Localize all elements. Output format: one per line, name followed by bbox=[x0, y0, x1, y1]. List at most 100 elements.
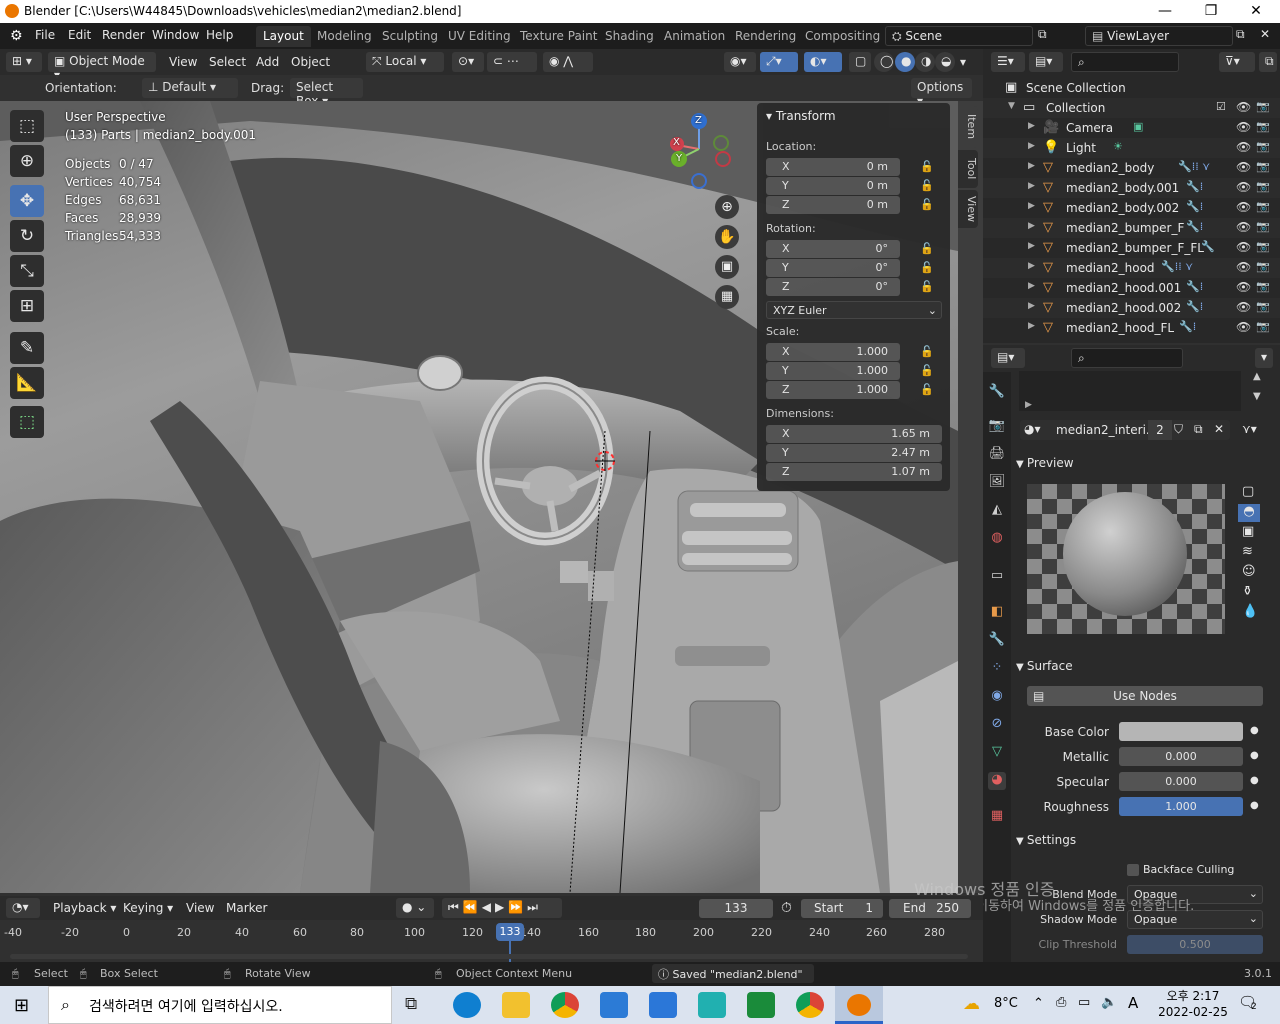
viewlayer-selector[interactable]: ▤ ViewLayer bbox=[1085, 26, 1233, 46]
camera-render-icon[interactable]: 📷 bbox=[1256, 140, 1270, 153]
lock-icon[interactable]: 🔓 bbox=[920, 179, 934, 192]
lock-icon[interactable]: 🔓 bbox=[920, 261, 934, 274]
menu-select[interactable]: Select bbox=[209, 55, 246, 69]
eye-icon[interactable]: 👁 bbox=[1236, 300, 1251, 314]
location-y-field[interactable]: Y 0 m bbox=[766, 177, 900, 195]
overlay-toggle[interactable]: ◐▾ bbox=[804, 52, 842, 72]
object-tab-icon[interactable]: ◧ bbox=[988, 604, 1006, 622]
close-button[interactable]: ✕ bbox=[1233, 0, 1279, 23]
hand-pan-icon[interactable]: ✋ bbox=[715, 225, 739, 249]
cursor-tool[interactable]: ⊕ bbox=[10, 145, 44, 177]
outliner-item-median2-body[interactable]: ▶ ▽ median2_body 🔧⁞⁞ ⋎ 👁 📷 bbox=[983, 158, 1280, 178]
chrome-icon[interactable] bbox=[551, 992, 579, 1018]
camera-render-icon[interactable]: 📷 bbox=[1256, 100, 1270, 113]
camera-render-icon[interactable]: 📷 bbox=[1256, 300, 1270, 313]
windows-start-icon[interactable]: ⊞ bbox=[14, 995, 29, 1016]
record-button[interactable]: ● ⌄ bbox=[396, 898, 434, 918]
blender-taskbar-button[interactable] bbox=[835, 986, 883, 1024]
camera-render-icon[interactable]: 📷 bbox=[1256, 220, 1270, 233]
render-tab-icon[interactable]: 📷 bbox=[988, 418, 1006, 436]
menu-add[interactable]: Add bbox=[256, 55, 279, 69]
chevron-up-icon[interactable]: ⌃ bbox=[1033, 996, 1044, 1011]
chevron-right-icon[interactable]: ▶ bbox=[1028, 121, 1035, 131]
timeline-ruler[interactable]: -40 -20 0 20 40 60 80 100 120 140 160 18… bbox=[0, 920, 983, 962]
eye-icon[interactable]: 👁 bbox=[1236, 140, 1251, 154]
eye-icon[interactable]: 👁 bbox=[1236, 200, 1251, 214]
chevron-right-icon[interactable]: ▶ bbox=[1028, 261, 1035, 271]
rotation-y-field[interactable]: Y 0° bbox=[766, 259, 900, 277]
transform-header[interactable]: ▾ Transform bbox=[766, 109, 836, 123]
outliner-scene-collection[interactable]: ▣ Scene Collection bbox=[983, 78, 1280, 98]
add-cube-tool[interactable]: ⬚ bbox=[10, 406, 44, 438]
dimensions-y-field[interactable]: Y 2.47 m bbox=[766, 444, 942, 462]
orientation-dropdown[interactable]: ⊥ Default ▾ bbox=[142, 78, 238, 98]
file-explorer-icon[interactable] bbox=[502, 992, 530, 1018]
keyframe-dot-icon[interactable]: ● bbox=[1250, 750, 1259, 761]
new-collection-button[interactable]: ⧉ bbox=[1259, 52, 1277, 72]
end-frame-field[interactable]: End 250 bbox=[889, 899, 971, 918]
metallic-field[interactable]: 0.000 bbox=[1119, 747, 1243, 766]
eye-icon[interactable]: 👁 bbox=[1236, 180, 1251, 194]
stopwatch-icon[interactable]: ⏱ bbox=[781, 900, 792, 916]
timeline-menu-keying[interactable]: Keying ▾ bbox=[123, 901, 173, 915]
sidebar-tab-item[interactable]: Item bbox=[958, 106, 978, 148]
move-tool[interactable]: ✥ bbox=[10, 185, 44, 217]
chevron-right-icon[interactable]: ▶ bbox=[1028, 281, 1035, 291]
temperature[interactable]: 8°C bbox=[994, 996, 1018, 1011]
modifier-tab-icon[interactable]: 🔧 bbox=[988, 632, 1006, 650]
edge-browser-icon[interactable] bbox=[453, 992, 481, 1018]
playback-controls[interactable]: ⏮⏪◀▶⏩⏭ bbox=[442, 898, 562, 918]
timeline-menu-playback[interactable]: Playback ▾ bbox=[53, 901, 116, 915]
tab-shading[interactable]: Shading bbox=[598, 26, 661, 47]
measure-tool[interactable]: 📐 bbox=[10, 367, 44, 399]
eye-icon[interactable]: 👁 bbox=[1236, 120, 1251, 134]
eye-icon[interactable]: 👁 bbox=[1236, 260, 1251, 274]
lock-icon[interactable]: 🔓 bbox=[920, 198, 934, 211]
eye-icon[interactable]: 👁 bbox=[1236, 280, 1251, 294]
pivot-dropdown[interactable]: ⊙▾ bbox=[452, 52, 484, 72]
properties-editor-type[interactable]: ▤▾ bbox=[991, 348, 1025, 368]
app-icon[interactable] bbox=[698, 992, 726, 1018]
unlink-icon[interactable]: ✕ bbox=[1214, 422, 1224, 436]
lock-icon[interactable]: 🔓 bbox=[920, 364, 934, 377]
specular-field[interactable]: 0.000 bbox=[1119, 772, 1243, 791]
volume-icon[interactable]: 🔈 bbox=[1101, 995, 1117, 1010]
slot-up-icon[interactable]: ▲ bbox=[1253, 371, 1261, 382]
camera-render-icon[interactable]: 📷 bbox=[1256, 320, 1270, 333]
clip-threshold-field[interactable]: 0.500 bbox=[1127, 935, 1263, 954]
new-viewlayer-icon[interactable]: ⧉ bbox=[1236, 27, 1245, 42]
data-tab-icon[interactable]: ▽ bbox=[988, 744, 1006, 762]
transform-space-dropdown[interactable]: ⤧ Local ▾ bbox=[366, 52, 444, 72]
timeline-editor-type[interactable]: ◔▾ bbox=[6, 898, 40, 918]
base-color-swatch[interactable] bbox=[1119, 722, 1243, 741]
chevron-right-icon[interactable]: ▶ bbox=[1028, 301, 1035, 311]
properties-options-icon[interactable]: ▾ bbox=[1255, 348, 1273, 368]
shading-material[interactable]: ◑ bbox=[915, 52, 935, 72]
scene-tab-icon[interactable]: ◭ bbox=[988, 502, 1006, 520]
roughness-field[interactable]: 1.000 bbox=[1119, 797, 1243, 816]
options-dropdown[interactable]: Options ▾ bbox=[911, 78, 972, 108]
outliner-editor-type[interactable]: ☰▾ bbox=[991, 52, 1025, 72]
timeline-menu-view[interactable]: View bbox=[186, 901, 214, 915]
sidebar-tab-view[interactable]: View bbox=[958, 190, 978, 228]
shaderball-preview-icon[interactable]: ⚱ bbox=[1242, 584, 1253, 599]
sidebar-tab-tool[interactable]: Tool bbox=[958, 150, 978, 188]
task-view-icon[interactable]: ⧉ bbox=[405, 994, 417, 1014]
material-users-count[interactable]: 2 bbox=[1148, 420, 1172, 440]
monkey-preview-icon[interactable]: ☺ bbox=[1242, 564, 1256, 579]
rotate-tool[interactable]: ↻ bbox=[10, 220, 44, 252]
shading-options-icon[interactable]: ▾ bbox=[960, 55, 966, 69]
proportional-edit-toggle[interactable]: ◉ ⋀ bbox=[543, 52, 593, 72]
tab-modeling[interactable]: Modeling bbox=[310, 26, 379, 47]
annotate-tool[interactable]: ✎ bbox=[10, 332, 44, 364]
dimensions-z-field[interactable]: Z 1.07 m bbox=[766, 463, 942, 481]
xray-toggle[interactable]: ▢ bbox=[849, 52, 871, 72]
outliner-item-median2-body-002[interactable]: ▶ ▽ median2_body.002 🔧⁞ 👁 📷 bbox=[983, 198, 1280, 218]
sphere-preview-icon[interactable]: ◓ bbox=[1238, 504, 1260, 522]
physics-tab-icon[interactable]: ◉ bbox=[988, 688, 1006, 706]
camera-view-icon[interactable]: ▣ bbox=[715, 255, 739, 279]
chevron-right-icon[interactable]: ▶ bbox=[1028, 181, 1035, 191]
camera-render-icon[interactable]: 📷 bbox=[1256, 200, 1270, 213]
lock-icon[interactable]: 🔓 bbox=[920, 345, 934, 358]
scale-z-field[interactable]: Z 1.000 bbox=[766, 381, 900, 399]
